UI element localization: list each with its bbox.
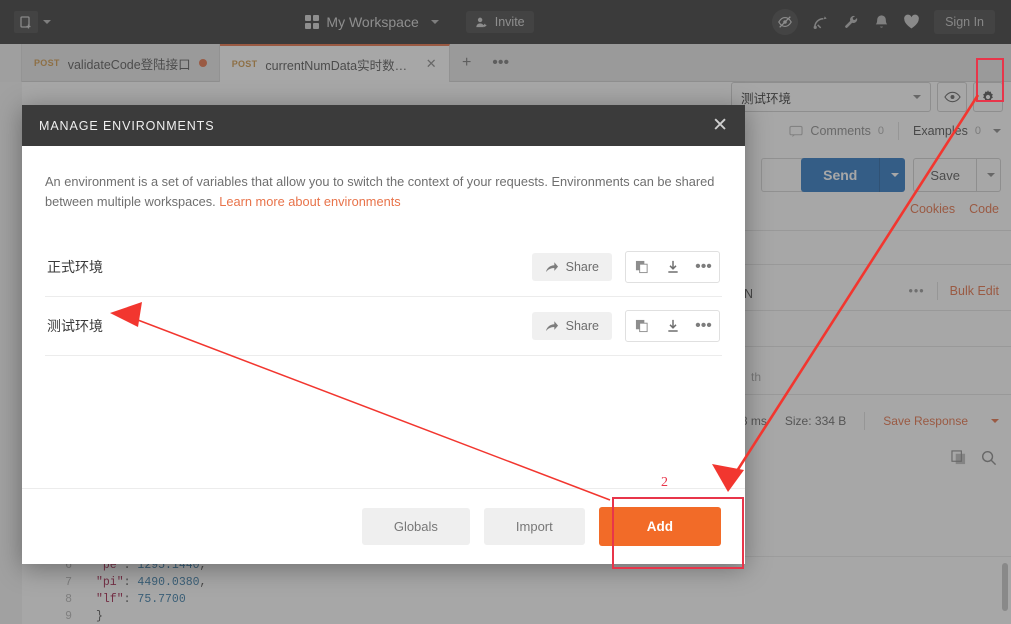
annotation-arrows (110, 94, 980, 501)
postman-app-window: My Workspace Invite Sign In POST validat… (0, 0, 1011, 624)
